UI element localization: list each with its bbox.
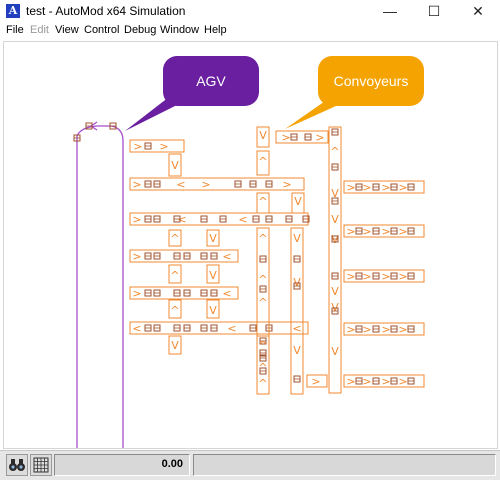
menu-file[interactable]: File xyxy=(6,24,24,36)
conveyor-direction-glyph: > xyxy=(362,270,371,283)
conveyor-direction-glyph: > xyxy=(398,181,407,194)
simulation-canvas[interactable]: > > > < > > > < < > < > < < < < > > V V ^ ^ V ^ ^ ^ V V V ^ V V V V V V ^ V ^ V… xyxy=(3,41,498,449)
conveyor-direction-glyph: < xyxy=(227,322,236,335)
conveyor-direction-glyph: > xyxy=(362,181,371,194)
conveyor-direction-glyph: > xyxy=(132,178,141,191)
automod-app-icon: A xyxy=(6,4,20,18)
conveyor-direction-glyph: V xyxy=(209,304,217,317)
conveyor-direction-glyph: ^ xyxy=(170,269,179,282)
menu-help[interactable]: Help xyxy=(204,24,227,36)
conveyor-direction-glyph: < xyxy=(176,178,185,191)
conveyor-direction-glyph: ^ xyxy=(258,296,267,309)
agv-callout-label: AGV xyxy=(196,73,226,89)
conveyor-direction-glyph: V xyxy=(209,269,217,282)
agv-path xyxy=(76,125,124,448)
menu-control[interactable]: Control xyxy=(84,24,119,36)
conveyor-direction-glyph: > xyxy=(398,323,407,336)
conveyor-direction-glyph: ^ xyxy=(330,145,339,158)
conveyor-direction-glyph: V xyxy=(331,285,339,298)
conveyor-direction-glyph: > xyxy=(362,375,371,388)
conveyor-direction-glyph: > xyxy=(346,323,355,336)
minimize-button[interactable]: — xyxy=(368,0,412,22)
conveyor-direction-glyph: ^ xyxy=(170,232,179,245)
window-title: test - AutoMod x64 Simulation xyxy=(26,4,186,18)
conveyor-direction-glyph: V xyxy=(294,195,302,208)
conveyor-direction-glyph: > xyxy=(398,225,407,238)
conveyor-direction-glyph: < xyxy=(177,213,186,226)
conveyor-direction-glyph: > xyxy=(132,213,141,226)
close-button[interactable]: ✕ xyxy=(456,0,500,22)
conveyor-direction-glyph: > xyxy=(346,375,355,388)
conveyor-direction-glyph: > xyxy=(282,178,291,191)
conveyor-direction-glyph: V xyxy=(171,339,179,352)
status-bar: 0.00 xyxy=(0,450,500,480)
conveyor-direction-glyph: > xyxy=(362,225,371,238)
conveyor-direction-glyph: ^ xyxy=(258,232,267,245)
conveyor-direction-glyph: > xyxy=(132,287,141,300)
conveyor-direction-glyph: < xyxy=(132,322,141,335)
title-bar[interactable]: A test - AutoMod x64 Simulation — ☐ ✕ xyxy=(0,0,500,23)
conveyor-direction-glyph: < xyxy=(222,287,231,300)
binoculars-icon[interactable] xyxy=(6,454,28,476)
conveyor-direction-glyph: > xyxy=(311,375,320,388)
conveyor-direction-glyph: V xyxy=(293,344,301,357)
conveyor-direction-glyph: > xyxy=(133,140,142,153)
conveyor-direction-glyph: ^ xyxy=(258,195,267,208)
conveyor-direction-glyph: > xyxy=(398,375,407,388)
conveyor-direction-glyph: > xyxy=(201,178,210,191)
simulation-layout[interactable]: > >> < > >> < <> <> << < <> >VV^^ V^^^VVV^VVVVVV^ V^ V… xyxy=(4,42,497,448)
conveyor-direction-glyph: V xyxy=(209,232,217,245)
conveyor-direction-glyph: > xyxy=(346,181,355,194)
conveyor-direction-glyph: > xyxy=(281,131,290,144)
conveyor-segment xyxy=(290,227,304,395)
conveyors-callout-label: Convoyeurs xyxy=(334,73,409,89)
conveyor-direction-glyph: > xyxy=(381,375,390,388)
menu-debug[interactable]: Debug xyxy=(124,24,156,36)
menu-view[interactable]: View xyxy=(55,24,79,36)
grid-icon[interactable] xyxy=(30,454,52,476)
conveyor-direction-glyph: < xyxy=(238,213,247,226)
conveyor-direction-glyph: ^ xyxy=(170,304,179,317)
conveyor-direction-glyph: > xyxy=(315,131,324,144)
conveyor-direction-glyph: ^ xyxy=(258,377,267,390)
conveyor-direction-glyph: V xyxy=(259,129,267,142)
conveyor-direction-glyph: < xyxy=(292,322,301,335)
maximize-button[interactable]: ☐ xyxy=(412,0,456,22)
menu-edit[interactable]: Edit xyxy=(30,24,49,36)
conveyor-direction-glyph: > xyxy=(346,225,355,238)
simulation-clock-field: 0.00 xyxy=(54,454,190,476)
conveyor-direction-glyph: ^ xyxy=(258,155,267,168)
conveyor-direction-glyph: > xyxy=(381,181,390,194)
conveyor-direction-glyph: < xyxy=(222,250,231,263)
conveyor-direction-glyph: > xyxy=(346,270,355,283)
menu-bar: File Edit View Control Debug Window Help xyxy=(0,22,500,40)
simulation-clock-value: 0.00 xyxy=(161,458,183,470)
conveyor-direction-glyph: > xyxy=(381,225,390,238)
conveyor-direction-glyph: V xyxy=(331,345,339,358)
conveyor-direction-glyph: > xyxy=(159,140,168,153)
conveyor-direction-glyph: ^ xyxy=(258,361,267,374)
conveyor-direction-glyph: V xyxy=(171,159,179,172)
conveyor-direction-glyph: V xyxy=(331,213,339,226)
conveyor-direction-glyph: > xyxy=(381,270,390,283)
menu-window[interactable]: Window xyxy=(160,24,199,36)
conveyor-direction-glyph: ^ xyxy=(258,273,267,286)
conveyor-direction-glyph: > xyxy=(362,323,371,336)
conveyor-direction-glyph: > xyxy=(398,270,407,283)
conveyor-direction-glyph: > xyxy=(381,323,390,336)
conveyor-direction-glyph: > xyxy=(132,250,141,263)
status-message-field xyxy=(193,454,496,476)
conveyor-direction-glyph: V xyxy=(293,232,301,245)
